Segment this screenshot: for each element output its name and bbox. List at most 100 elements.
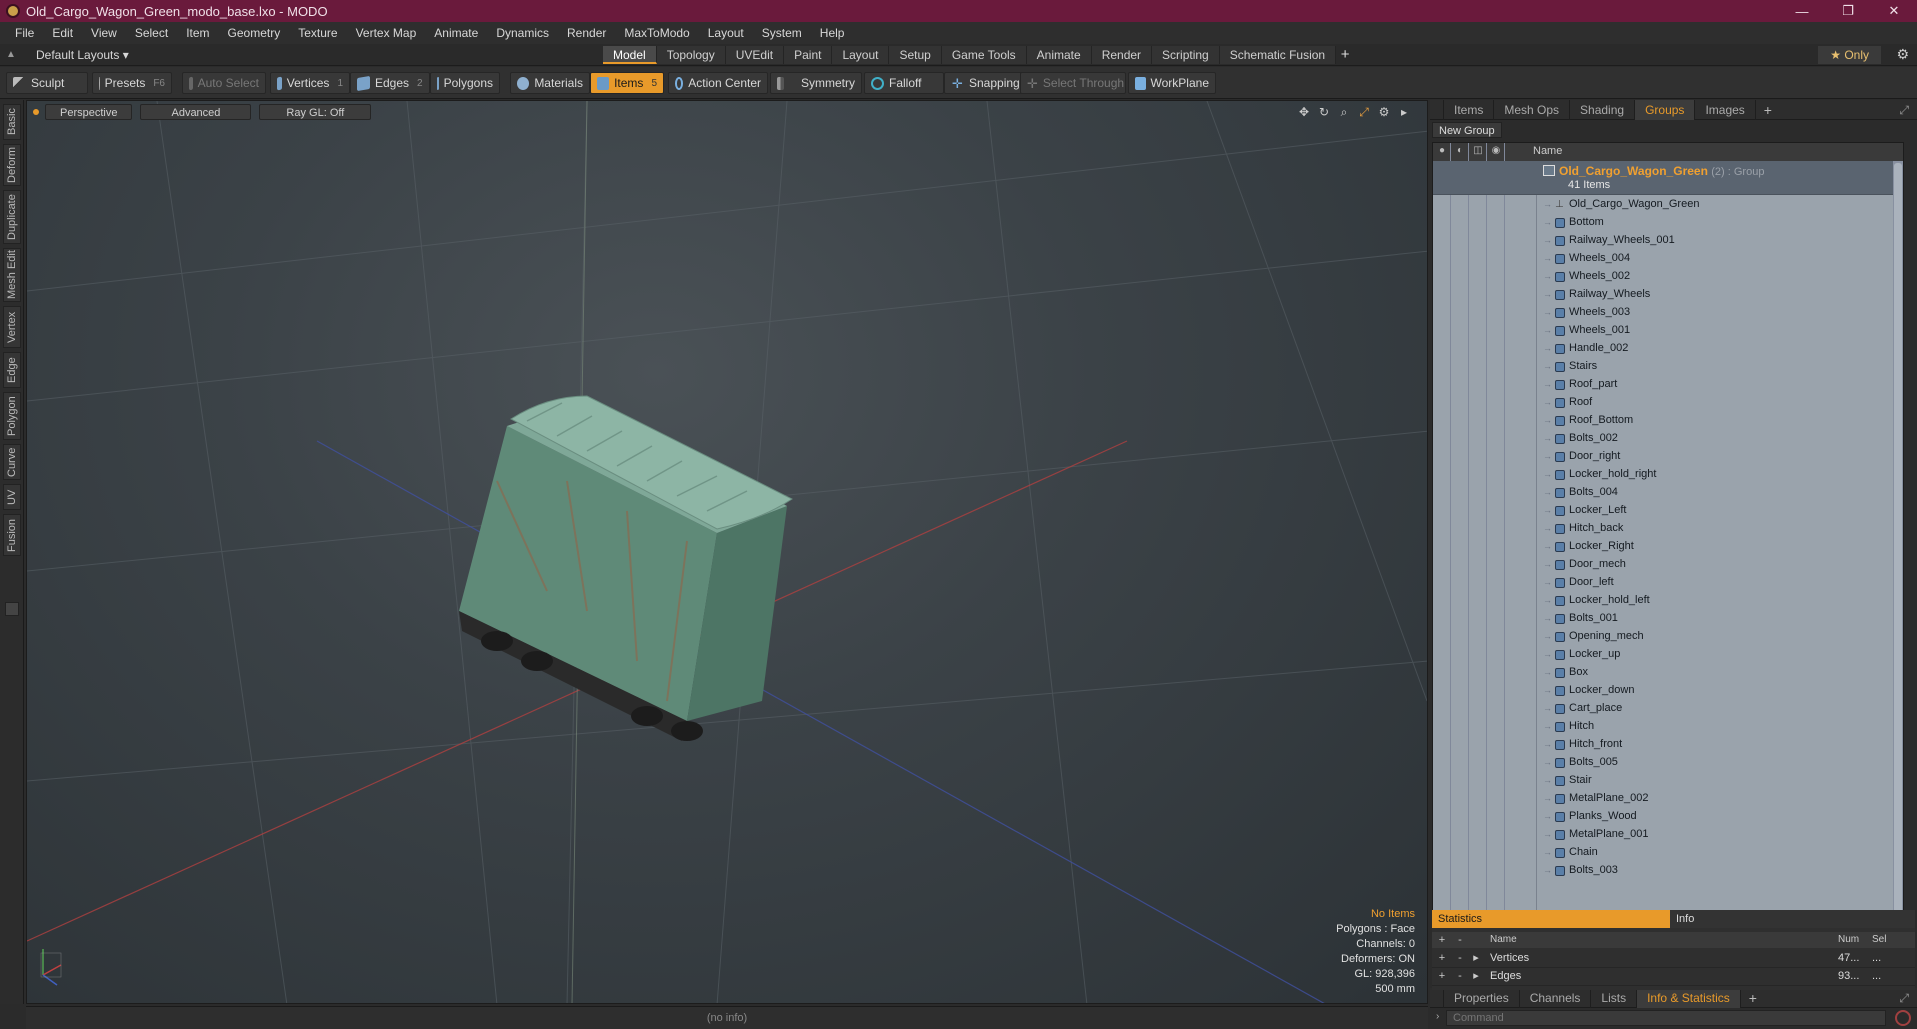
only-toggle[interactable]: ★ Only [1818, 46, 1881, 64]
shading-mode-button[interactable]: Advanced [140, 104, 252, 120]
default-layouts-dropdown[interactable]: ▲ Default Layouts ▾ [6, 47, 129, 63]
tab-topology[interactable]: Topology [656, 46, 726, 64]
materials-button[interactable]: Materials [510, 72, 590, 94]
group-item-row[interactable]: → Door_left [1433, 574, 1903, 592]
menu-animate[interactable]: Animate [425, 26, 487, 40]
tab-model[interactable]: Model [603, 46, 657, 64]
info-panel-expand-icon[interactable]: ⤢ [1899, 991, 1909, 1006]
tab-schematic-fusion[interactable]: Schematic Fusion [1219, 46, 1337, 64]
group-item-row[interactable]: → Locker_Right [1433, 538, 1903, 556]
ptab-groups[interactable]: Groups [1635, 99, 1696, 120]
ptab-items[interactable]: Items [1444, 99, 1495, 120]
ptab-channels[interactable]: Channels [1520, 987, 1592, 1008]
tab-setup[interactable]: Setup [889, 46, 942, 64]
tab-render[interactable]: Render [1091, 46, 1153, 64]
record-macro-icon[interactable] [1895, 1010, 1911, 1026]
viewport-menu-dot[interactable] [33, 109, 39, 115]
sculpt-button[interactable]: Sculpt [6, 72, 88, 94]
info-tab[interactable]: Info [1670, 910, 1915, 928]
group-item-row[interactable]: → Locker_Left [1433, 502, 1903, 520]
add-info-tab-button[interactable]: + [1741, 990, 1765, 1006]
vtab-fusion[interactable]: Fusion [3, 514, 21, 556]
group-item-row[interactable]: → Wheels_003 [1433, 304, 1903, 322]
menu-item[interactable]: Item [177, 26, 218, 40]
group-item-row[interactable]: → Railway_Wheels [1433, 286, 1903, 304]
vertices-button[interactable]: Vertices 1 [270, 72, 350, 94]
menu-vertex-map[interactable]: Vertex Map [347, 26, 426, 40]
menu-help[interactable]: Help [811, 26, 854, 40]
menu-edit[interactable]: Edit [43, 26, 82, 40]
polygons-button[interactable]: Polygons [430, 72, 500, 94]
ptab-properties[interactable]: Properties [1444, 987, 1520, 1008]
viewport-expand-icon[interactable]: ▸ [1397, 105, 1411, 120]
group-item-row[interactable]: → MetalPlane_002 [1433, 790, 1903, 808]
group-item-row[interactable]: → Locker_down [1433, 682, 1903, 700]
pin-icon[interactable]: ▲ [6, 50, 16, 60]
group-item-row[interactable]: → Wheels_004 [1433, 250, 1903, 268]
zoom-icon[interactable]: ⌕ [1337, 105, 1351, 120]
group-item-row[interactable]: → Bolts_003 [1433, 862, 1903, 880]
group-item-row[interactable]: → Roof [1433, 394, 1903, 412]
group-item-row[interactable]: → Opening_mech [1433, 628, 1903, 646]
add-icon[interactable]: + [1436, 970, 1448, 982]
new-group-button[interactable]: New Group [1432, 122, 1502, 138]
workplane-button[interactable]: WorkPlane [1128, 72, 1216, 94]
vtab-curve[interactable]: Curve [3, 444, 21, 480]
group-item-row[interactable]: → Bolts_005 [1433, 754, 1903, 772]
info-panel-menu-icon[interactable] [1430, 987, 1444, 1008]
group-item-row[interactable]: → Wheels_001 [1433, 322, 1903, 340]
edges-button[interactable]: Edges 2 [350, 72, 430, 94]
rotate-icon[interactable]: ↻ [1317, 105, 1331, 120]
vtab-vertex[interactable]: Vertex [3, 306, 21, 348]
group-item-row[interactable]: → Bottom [1433, 214, 1903, 232]
group-item-row[interactable]: → Cart_place [1433, 700, 1903, 718]
tab-uvedit[interactable]: UVEdit [725, 46, 785, 64]
ptab-lists[interactable]: Lists [1591, 987, 1638, 1008]
menu-view[interactable]: View [82, 26, 126, 40]
group-item-row[interactable]: → MetalPlane_001 [1433, 826, 1903, 844]
vtab-polygon[interactable]: Polygon [3, 392, 21, 440]
tab-scripting[interactable]: Scripting [1152, 46, 1220, 64]
group-item-row[interactable]: → Roof_Bottom [1433, 412, 1903, 430]
group-item-row[interactable]: → Hitch_front [1433, 736, 1903, 754]
menu-maxtomodo[interactable]: MaxToModo [615, 26, 698, 40]
group-item-row[interactable]: → Railway_Wheels_001 [1433, 232, 1903, 250]
vtab-uv[interactable]: UV [3, 484, 21, 510]
add-panel-tab-button[interactable]: + [1756, 102, 1780, 118]
menu-geometry[interactable]: Geometry [219, 26, 290, 40]
name-column-header[interactable]: Name [1533, 145, 1562, 157]
items-button[interactable]: Items 5 [590, 72, 664, 94]
remove-icon[interactable]: - [1454, 970, 1466, 982]
group-item-row[interactable]: → Handle_002 [1433, 340, 1903, 358]
group-item-row[interactable]: → Locker_hold_left [1433, 592, 1903, 610]
minimize-button[interactable]: — [1779, 0, 1825, 22]
scrollbar-thumb[interactable] [1894, 163, 1902, 943]
group-item-row[interactable]: → Bolts_004 [1433, 484, 1903, 502]
auto-select-button[interactable]: Auto Select [182, 72, 266, 94]
group-item-row[interactable]: → Roof_part [1433, 376, 1903, 394]
vtab-basic[interactable]: Basic [3, 104, 21, 140]
command-input[interactable] [1446, 1010, 1886, 1026]
group-item-row[interactable]: → Locker_up [1433, 646, 1903, 664]
ptab-shading[interactable]: Shading [1570, 99, 1636, 120]
stats-row-edges[interactable]: + - ▸ Edges 93... ... [1432, 968, 1915, 986]
panel-expand-icon[interactable]: ⤢ [1899, 103, 1909, 118]
menu-select[interactable]: Select [126, 26, 177, 40]
expand-all-button[interactable]: + [1436, 934, 1448, 946]
menu-dynamics[interactable]: Dynamics [487, 26, 558, 40]
group-item-row[interactable]: → Stairs [1433, 358, 1903, 376]
gear-icon[interactable]: ⚙ [1896, 46, 1909, 63]
raygl-button[interactable]: Ray GL: Off [259, 104, 372, 120]
menu-render[interactable]: Render [558, 26, 615, 40]
3d-viewport[interactable]: Perspective Advanced Ray GL: Off ✥ ↻ ⌕ ⤢… [26, 100, 1428, 1004]
select-through-button[interactable]: ✛ Select Through [1020, 72, 1126, 94]
tab-game-tools[interactable]: Game Tools [941, 46, 1027, 64]
group-item-row[interactable]: → ⊥ Old_Cargo_Wagon_Green [1433, 196, 1903, 214]
menu-file[interactable]: File [6, 26, 43, 40]
group-item-row[interactable]: → Bolts_002 [1433, 430, 1903, 448]
ptab-images[interactable]: Images [1695, 99, 1756, 120]
fit-icon[interactable]: ⤢ [1357, 105, 1371, 120]
menu-texture[interactable]: Texture [289, 26, 346, 40]
tab-layout[interactable]: Layout [832, 46, 890, 64]
tab-animate[interactable]: Animate [1026, 46, 1092, 64]
